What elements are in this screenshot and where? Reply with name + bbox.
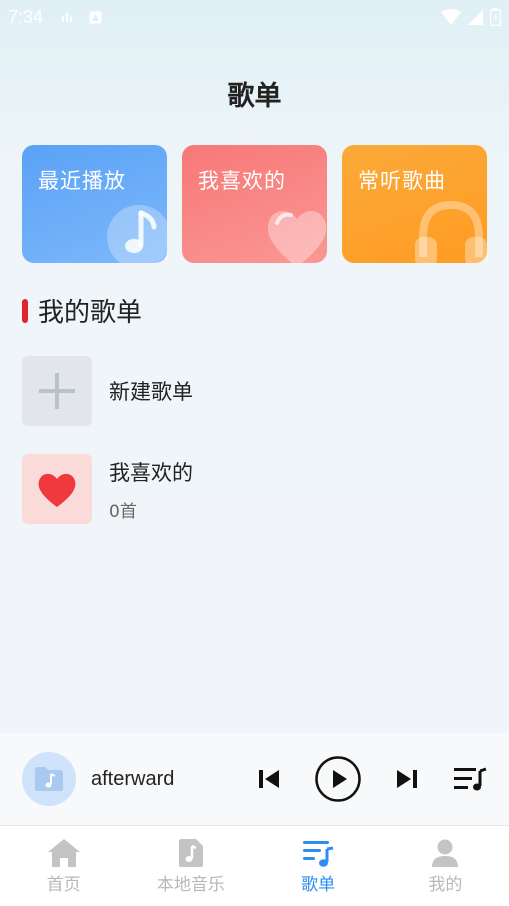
play-icon xyxy=(315,756,361,802)
headphones-icon xyxy=(415,200,487,263)
mini-player: afterward xyxy=(0,733,509,825)
favorites-playlist-item[interactable]: 我喜欢的 0首 xyxy=(22,454,193,524)
playlist-name: 新建歌单 xyxy=(109,380,193,404)
music-file-icon xyxy=(178,838,203,867)
previous-button[interactable] xyxy=(255,765,283,793)
cell-signal-icon xyxy=(468,9,483,25)
album-cover[interactable] xyxy=(22,752,76,806)
favorites-card[interactable]: 我喜欢的 xyxy=(182,145,327,263)
song-title: afterward xyxy=(91,767,175,790)
quick-cards: 最近播放 我喜欢的 常听歌曲 xyxy=(22,145,487,263)
recent-plays-card[interactable]: 最近播放 xyxy=(22,145,167,263)
new-playlist-thumb xyxy=(22,356,92,426)
app-notification-icon xyxy=(89,11,102,23)
section-title: 我的歌单 xyxy=(38,298,143,328)
home-icon xyxy=(47,838,80,867)
section-marker xyxy=(22,298,28,323)
tab-label: 本地音乐 xyxy=(156,874,225,895)
tab-label: 首页 xyxy=(46,874,81,895)
playlist-name: 我喜欢的 xyxy=(109,460,193,485)
music-folder-icon xyxy=(35,767,63,791)
card-label: 常听歌曲 xyxy=(358,169,446,193)
playlist-icon xyxy=(303,840,334,867)
bottom-tab-bar: 首页 本地音乐 歌单 我的 xyxy=(0,825,509,906)
play-button[interactable] xyxy=(315,756,361,802)
playlist-queue-button[interactable] xyxy=(453,764,487,794)
status-notification-icons xyxy=(61,11,102,24)
next-button[interactable] xyxy=(393,765,421,793)
battery-icon xyxy=(490,8,501,26)
card-label: 最近播放 xyxy=(38,169,126,193)
plus-icon xyxy=(39,373,75,409)
wifi-icon xyxy=(441,8,461,25)
my-playlists-heading: 我的歌单 xyxy=(22,292,142,329)
heart-icon xyxy=(267,211,327,263)
card-label: 我喜欢的 xyxy=(198,169,286,193)
status-time: 7:34 xyxy=(8,6,44,27)
playlist-song-count: 0首 xyxy=(109,501,137,522)
user-icon xyxy=(432,839,459,867)
signal-notification-icon xyxy=(62,13,73,22)
tab-label: 歌单 xyxy=(301,874,336,895)
queue-music-icon xyxy=(454,767,487,791)
tab-home[interactable]: 首页 xyxy=(0,826,127,906)
page-title: 歌单 xyxy=(227,81,282,112)
tab-local-music[interactable]: 本地音乐 xyxy=(127,826,254,906)
frequent-songs-card[interactable]: 常听歌曲 xyxy=(342,145,487,263)
favorites-playlist-thumb xyxy=(22,454,92,524)
music-note-icon xyxy=(107,205,167,263)
tab-playlists[interactable]: 歌单 xyxy=(255,826,382,906)
tab-profile[interactable]: 我的 xyxy=(382,826,509,906)
new-playlist-item[interactable]: 新建歌单 xyxy=(22,356,193,426)
status-bar: 7:34 xyxy=(0,0,509,34)
heart-icon xyxy=(38,473,76,507)
skip-previous-icon xyxy=(259,770,279,788)
skip-next-icon xyxy=(397,770,417,788)
tab-label: 我的 xyxy=(428,874,463,895)
